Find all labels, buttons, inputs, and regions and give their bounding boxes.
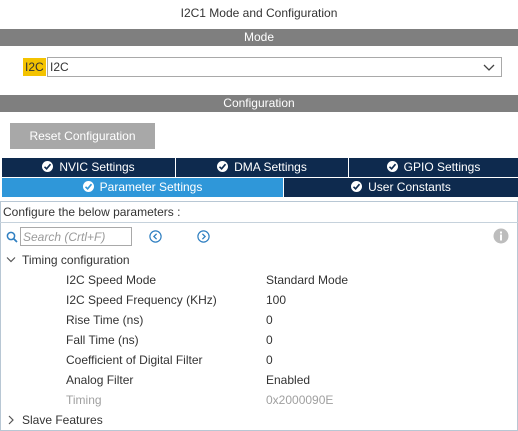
reset-configuration-button[interactable]: Reset Configuration bbox=[10, 123, 155, 149]
param-name: Timing bbox=[66, 393, 102, 407]
param-name: Coefficient of Digital Filter bbox=[66, 353, 203, 367]
param-name: I2C Speed Mode bbox=[66, 273, 157, 287]
tab-dma-settings[interactable]: DMA Settings bbox=[176, 158, 349, 177]
chevron-down-icon[interactable] bbox=[483, 62, 495, 72]
param-name: I2C Speed Frequency (KHz) bbox=[66, 293, 217, 307]
check-circle-icon bbox=[82, 181, 94, 192]
group-timing-configuration[interactable]: Timing configuration bbox=[6, 253, 130, 267]
tab-label: User Constants bbox=[368, 180, 451, 194]
param-value[interactable]: 0 bbox=[266, 333, 273, 347]
tab-parameter-settings[interactable]: Parameter Settings bbox=[2, 178, 284, 197]
tab-user-constants[interactable]: User Constants bbox=[284, 178, 518, 197]
tab-label: NVIC Settings bbox=[59, 160, 135, 174]
collapse-arrow-icon bbox=[6, 257, 16, 263]
tab-label: Parameter Settings bbox=[99, 180, 203, 194]
param-value[interactable]: 0 bbox=[266, 353, 273, 367]
mode-select-value: I2C bbox=[50, 60, 69, 74]
check-circle-icon bbox=[42, 161, 54, 172]
param-value[interactable]: 0 bbox=[266, 313, 273, 327]
next-icon[interactable] bbox=[197, 230, 210, 243]
group-label: Slave Features bbox=[22, 413, 103, 427]
param-name: Fall Time (ns) bbox=[66, 333, 139, 347]
mode-section-header: Mode bbox=[0, 29, 518, 46]
check-circle-icon bbox=[351, 181, 363, 192]
param-value[interactable]: Enabled bbox=[266, 373, 310, 387]
check-circle-icon bbox=[217, 161, 229, 172]
param-name: Analog Filter bbox=[66, 373, 134, 387]
param-value[interactable]: Standard Mode bbox=[266, 273, 348, 287]
search-input[interactable] bbox=[20, 227, 132, 246]
prev-icon[interactable] bbox=[149, 230, 162, 243]
param-name: Rise Time (ns) bbox=[66, 313, 144, 327]
group-slave-features[interactable]: Slave Features bbox=[6, 413, 103, 427]
mode-select[interactable]: I2C bbox=[47, 57, 502, 77]
info-icon[interactable] bbox=[493, 228, 509, 244]
tab-nvic-settings[interactable]: NVIC Settings bbox=[2, 158, 176, 177]
mode-highlight-label: I2C bbox=[23, 58, 46, 76]
param-value: 0x2000090E bbox=[266, 393, 334, 407]
tab-label: DMA Settings bbox=[234, 160, 307, 174]
search-icon bbox=[6, 231, 18, 243]
configure-intro-text: Configure the below parameters : bbox=[3, 205, 181, 219]
group-label: Timing configuration bbox=[22, 253, 130, 267]
check-circle-icon bbox=[386, 161, 398, 172]
expand-arrow-icon bbox=[8, 415, 14, 425]
param-value[interactable]: 100 bbox=[266, 293, 286, 307]
window-title: I2C1 Mode and Configuration bbox=[180, 6, 338, 20]
divider bbox=[0, 222, 518, 223]
tab-gpio-settings[interactable]: GPIO Settings bbox=[349, 158, 518, 177]
tab-label: GPIO Settings bbox=[403, 160, 481, 174]
configuration-section-header: Configuration bbox=[0, 95, 518, 112]
